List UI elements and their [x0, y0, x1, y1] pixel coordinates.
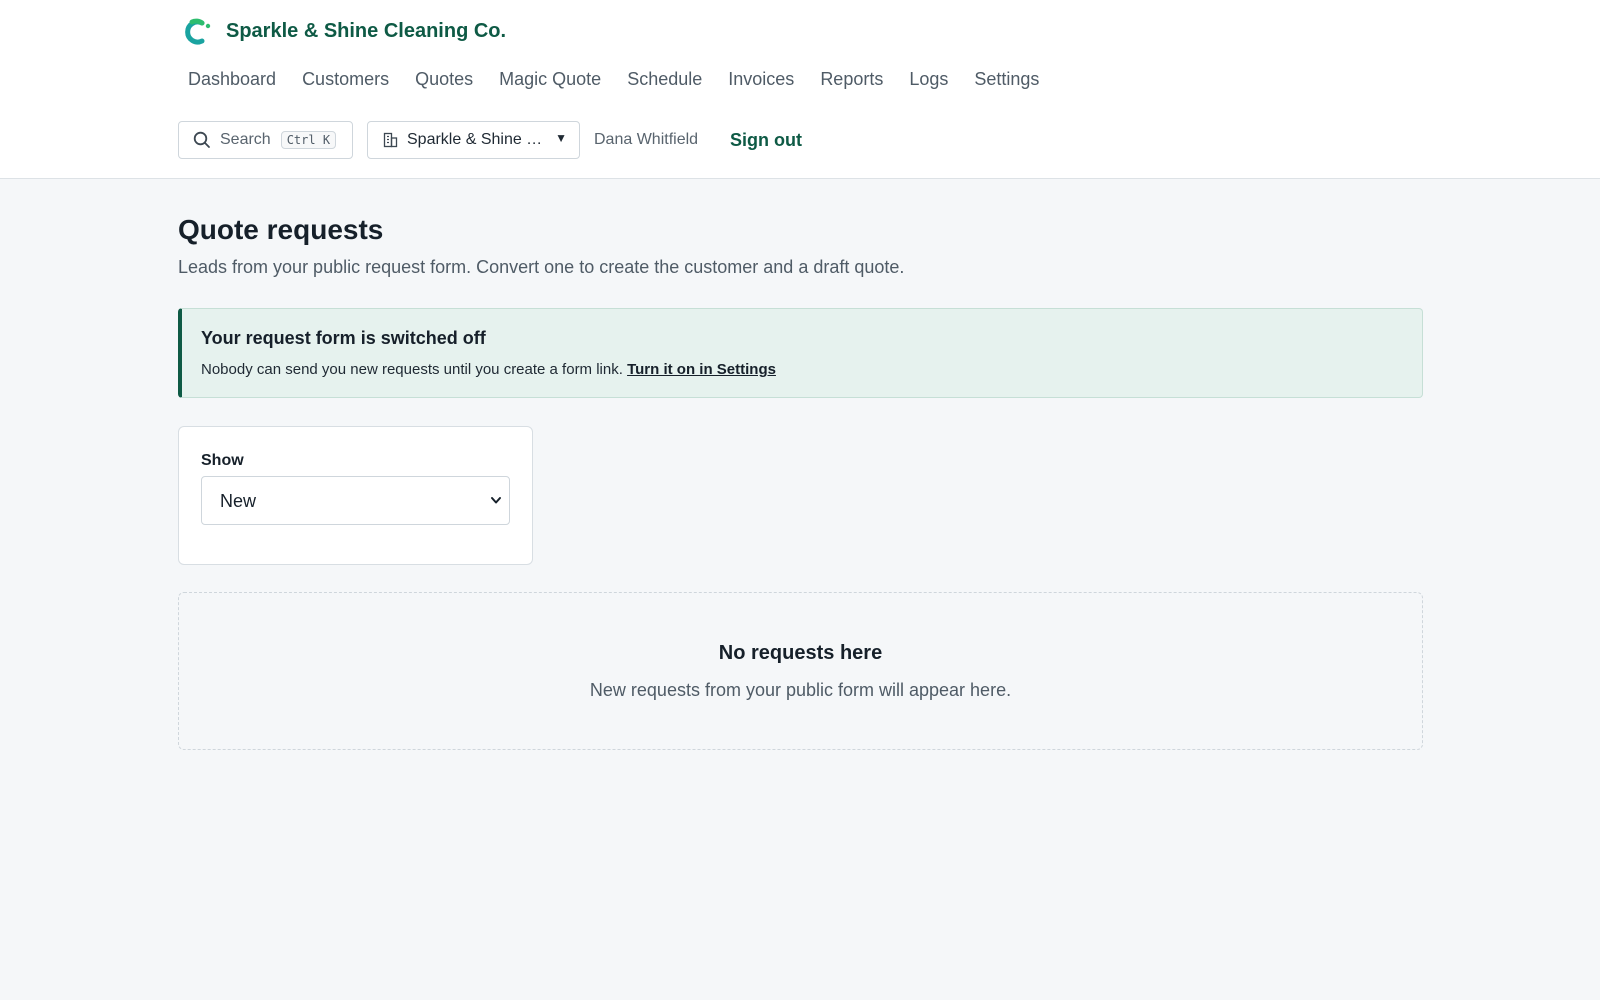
nav-magic-quote[interactable]: Magic Quote — [486, 62, 614, 96]
organization-name: Sparkle & Shine … — [407, 131, 543, 148]
empty-state: No requests here New requests from your … — [178, 592, 1423, 750]
nav-logs[interactable]: Logs — [896, 62, 961, 96]
turn-on-settings-link[interactable]: Turn it on in Settings — [627, 361, 776, 378]
main-nav: Dashboard Customers Quotes Magic Quote S… — [175, 62, 1052, 96]
current-user-name: Dana Whitfield — [594, 131, 699, 148]
brand[interactable]: Sparkle & Shine Cleaning Co. — [180, 14, 506, 48]
form-disabled-alert: Your request form is switched off Nobody… — [178, 308, 1423, 398]
filter-card: Show New — [178, 426, 533, 565]
search-icon — [193, 131, 210, 148]
empty-state-title: No requests here — [718, 642, 883, 664]
search-button[interactable]: Search Ctrl K — [178, 121, 353, 159]
brand-logo-icon — [185, 18, 211, 45]
search-shortcut: Ctrl K — [280, 131, 337, 149]
nav-dashboard[interactable]: Dashboard — [175, 62, 289, 96]
chevron-down-icon — [491, 497, 501, 504]
nav-quotes[interactable]: Quotes — [402, 62, 486, 96]
status-filter-value: New — [220, 491, 257, 511]
alert-body: Nobody can send you new requests until y… — [201, 361, 776, 378]
brand-name: Sparkle & Shine Cleaning Co. — [226, 19, 507, 42]
nav-schedule[interactable]: Schedule — [614, 62, 715, 96]
building-icon — [383, 132, 398, 148]
top-header: Sparkle & Shine Cleaning Co. Dashboard C… — [0, 0, 1600, 179]
show-filter-label: Show — [201, 452, 244, 469]
alert-title: Your request form is switched off — [201, 328, 486, 348]
status-filter-select[interactable]: New — [201, 476, 510, 525]
sign-out-button[interactable]: Sign out — [730, 130, 802, 151]
search-label: Search — [220, 131, 271, 148]
nav-settings[interactable]: Settings — [961, 62, 1052, 96]
alert-message: Nobody can send you new requests until y… — [201, 361, 623, 378]
empty-state-body: New requests from your public form will … — [589, 680, 1012, 700]
header-toolbar: Search Ctrl K Sparkle & Shine … ▼ Dana W… — [178, 121, 802, 159]
nav-invoices[interactable]: Invoices — [715, 62, 807, 96]
page-subtitle: Leads from your public request form. Con… — [178, 257, 905, 277]
caret-down-icon: ▼ — [555, 131, 567, 145]
nav-customers[interactable]: Customers — [289, 62, 402, 96]
nav-reports[interactable]: Reports — [807, 62, 896, 96]
page-title: Quote requests — [178, 214, 384, 245]
organization-switcher[interactable]: Sparkle & Shine … ▼ — [367, 121, 580, 159]
